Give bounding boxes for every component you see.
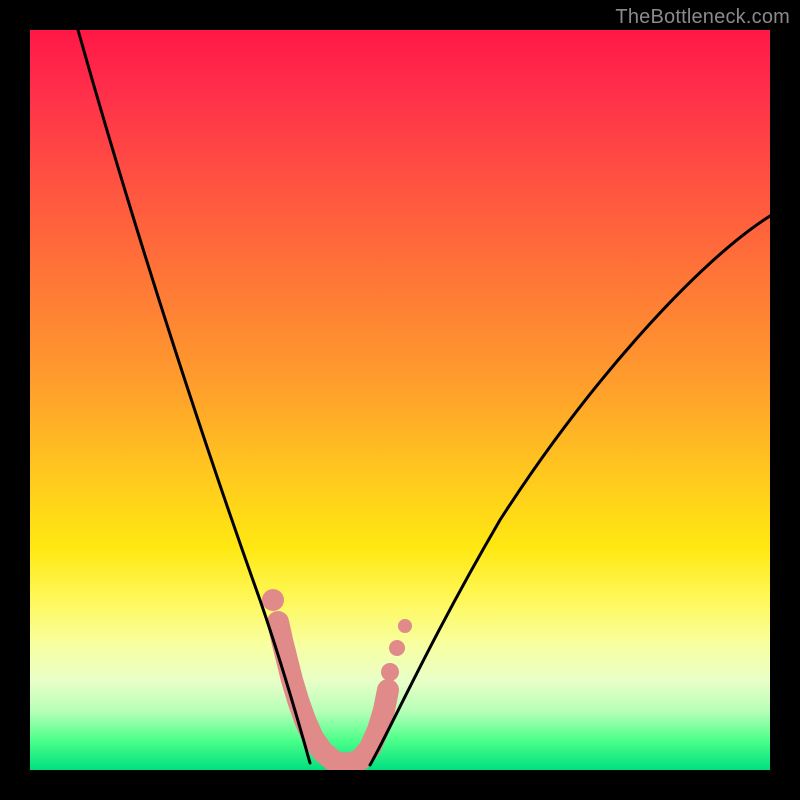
pink-dot-upper-right-2 <box>389 640 405 656</box>
curves-layer <box>30 30 770 770</box>
chart-frame: TheBottleneck.com <box>0 0 800 800</box>
pink-valley-band <box>278 622 388 764</box>
watermark-text: TheBottleneck.com <box>615 6 790 29</box>
plot-area <box>30 30 770 770</box>
pink-dot-upper-left <box>262 589 284 611</box>
pink-dot-upper-right-3 <box>398 619 412 633</box>
pink-dot-upper-right-1 <box>381 663 399 681</box>
right-arm-curve <box>370 216 770 765</box>
